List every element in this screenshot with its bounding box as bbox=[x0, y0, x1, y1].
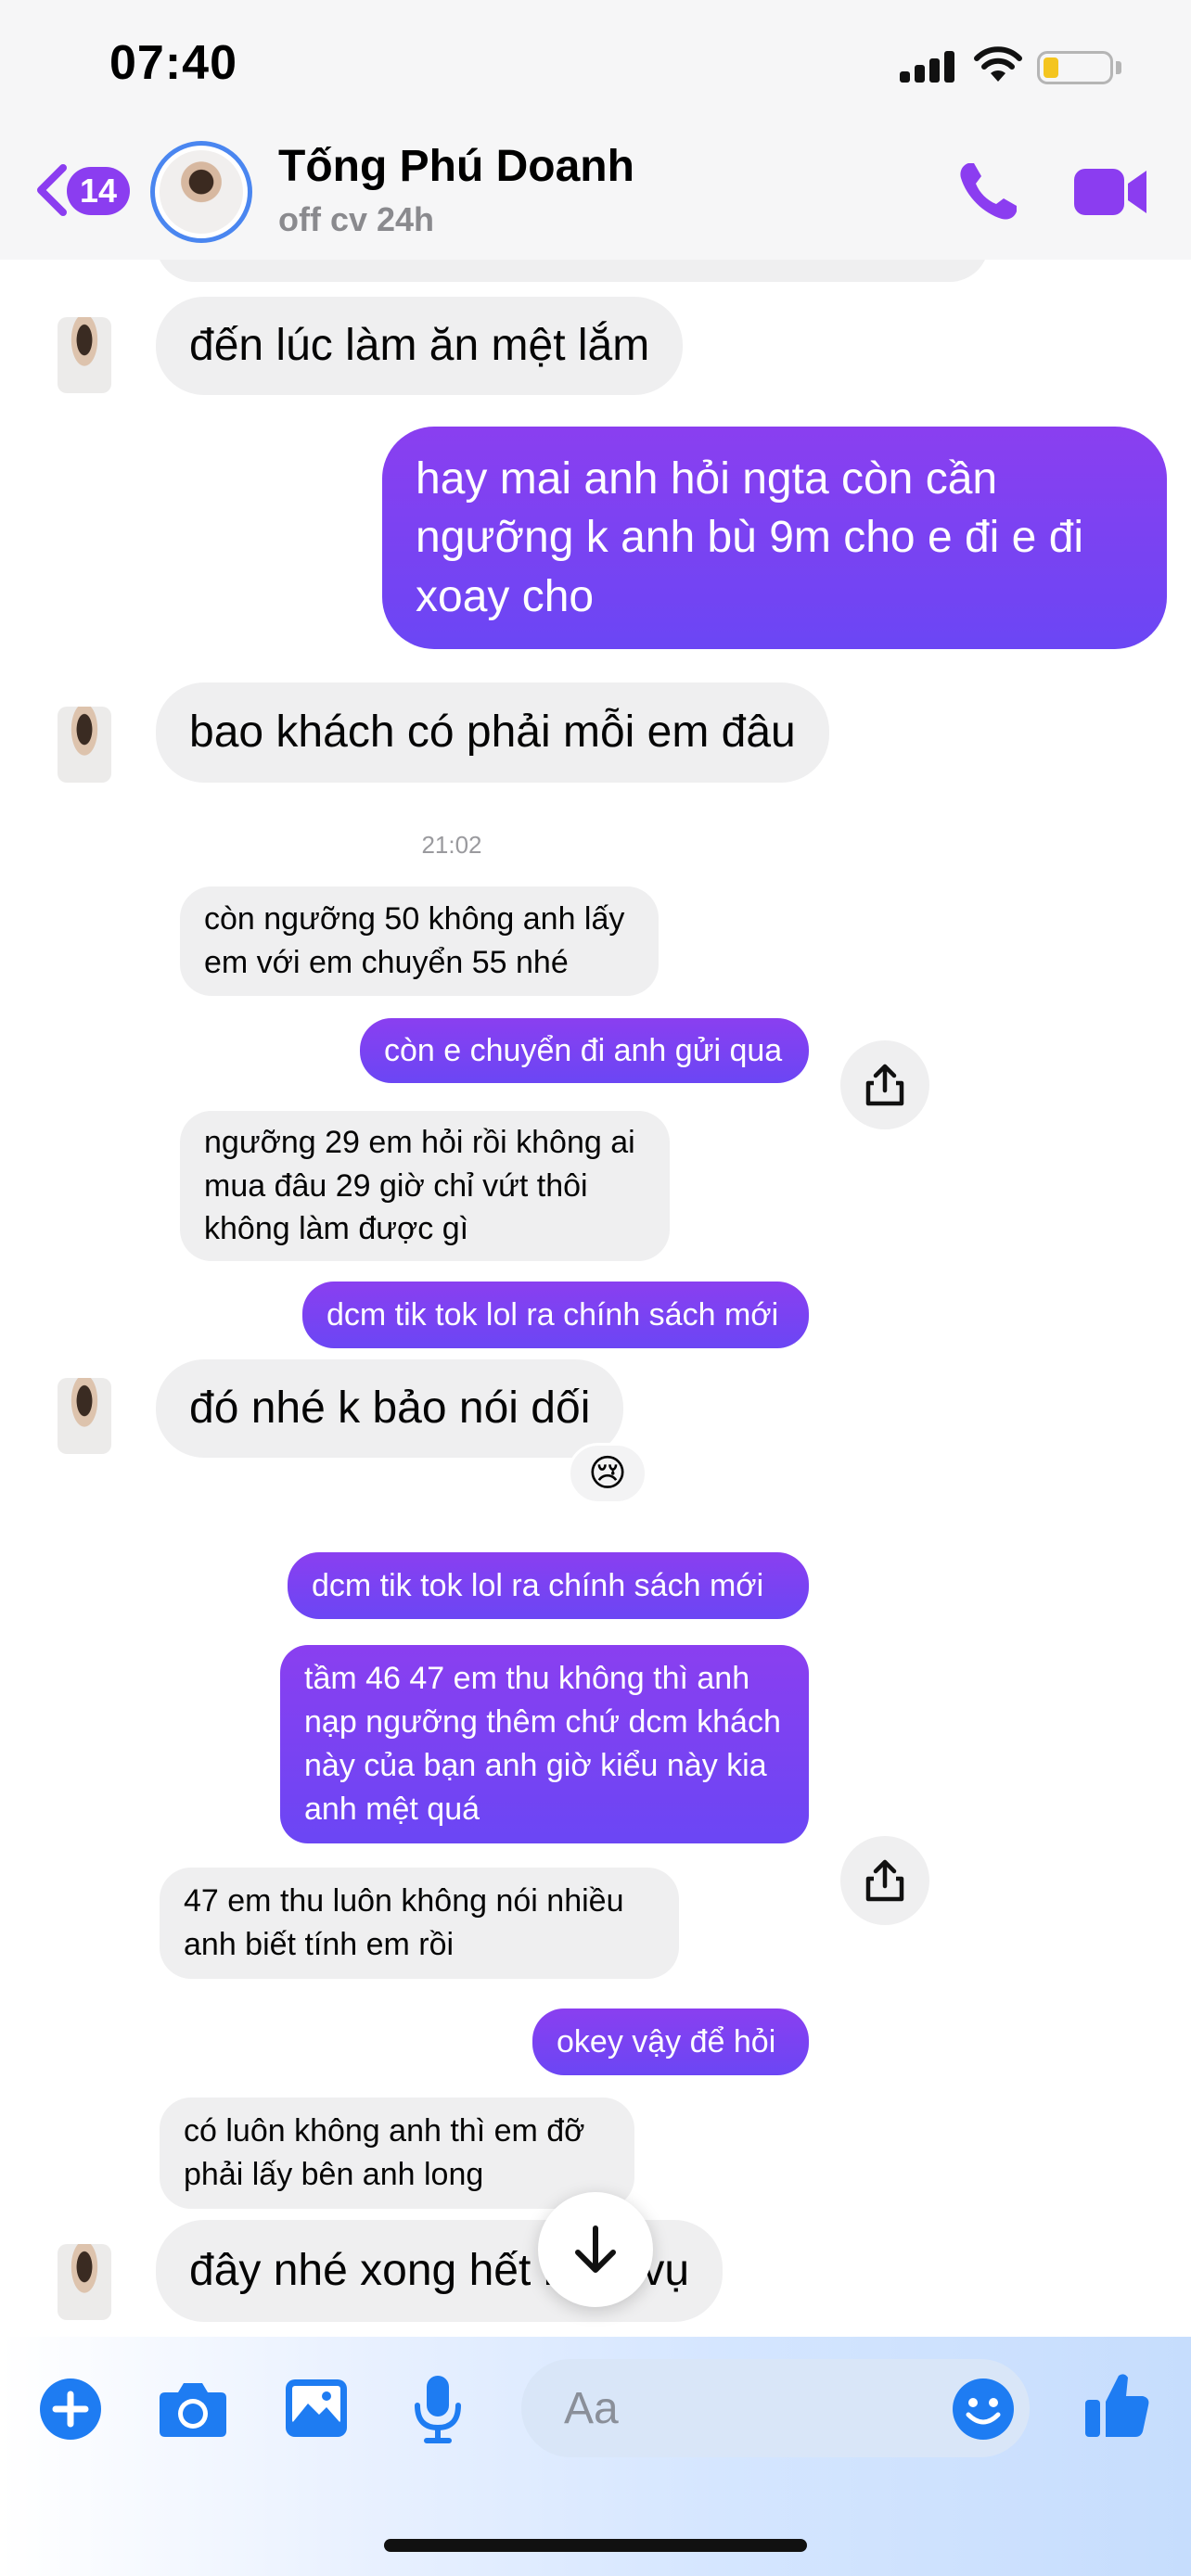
message-bubble-incoming[interactable]: còn ngưỡng 50 không anh lấy em với em ch… bbox=[180, 886, 659, 996]
sender-avatar[interactable] bbox=[58, 1378, 111, 1454]
unread-count-badge[interactable]: 14 bbox=[67, 167, 130, 215]
share-button[interactable] bbox=[840, 1836, 929, 1925]
message-bubble-incoming[interactable]: bao khách có phải mỗi em đâu bbox=[156, 682, 829, 783]
microphone-icon[interactable] bbox=[412, 2374, 464, 2444]
message-timestamp: 21:02 bbox=[421, 831, 482, 859]
message-bubble-outgoing[interactable]: hay mai anh hỏi ngta còn cần ngưỡng k an… bbox=[382, 427, 1167, 649]
sender-avatar[interactable] bbox=[58, 2244, 111, 2320]
message-bubble-incoming[interactable]: em nữa bbox=[156, 260, 989, 282]
message-bubble-outgoing[interactable]: okey vậy để hỏi bbox=[532, 2009, 809, 2075]
message-bubble-incoming[interactable]: ngưỡng 29 em hỏi rồi không ai mua đâu 29… bbox=[180, 1111, 670, 1261]
wifi-icon bbox=[974, 46, 1022, 82]
share-button[interactable] bbox=[840, 1040, 929, 1129]
message-bubble-incoming[interactable]: 47 em thu luôn không nói nhiều anh biết … bbox=[160, 1868, 679, 1979]
message-bubble-incoming[interactable]: đến lúc làm ăn mệt lắm bbox=[156, 297, 684, 395]
gallery-image-icon[interactable] bbox=[284, 2378, 349, 2439]
cellular-signal-icon bbox=[900, 51, 957, 83]
plus-circle-icon[interactable] bbox=[39, 2378, 102, 2441]
scroll-to-bottom-button[interactable] bbox=[538, 2192, 653, 2307]
emoji-smiley-icon[interactable] bbox=[952, 2378, 1015, 2441]
arrow-down-icon bbox=[575, 2225, 616, 2273]
camera-icon[interactable] bbox=[158, 2379, 228, 2439]
contact-avatar[interactable] bbox=[150, 141, 252, 243]
contact-status: off cv 24h bbox=[278, 200, 435, 238]
thumbs-up-icon[interactable] bbox=[1083, 2370, 1152, 2441]
message-bubble-incoming[interactable]: có luôn không anh thì em đỡ phải lấy bên… bbox=[160, 2098, 634, 2209]
message-thread[interactable]: em nữa đến lúc làm ăn mệt lắm hay mai an… bbox=[0, 260, 1191, 2337]
sender-avatar[interactable] bbox=[58, 707, 111, 783]
home-indicator bbox=[384, 2539, 807, 2552]
contact-name[interactable]: Tống Phú Doanh bbox=[278, 141, 634, 192]
battery-tip bbox=[1116, 61, 1121, 74]
message-bubble-incoming[interactable]: đó nhé k bảo nói dối bbox=[156, 1359, 624, 1458]
message-bubble-outgoing[interactable]: tầm 46 47 em thu không thì anh nạp ngưỡn… bbox=[280, 1645, 809, 1843]
message-bubble-outgoing[interactable]: còn e chuyển đi anh gửi qua bbox=[360, 1018, 809, 1083]
video-call-icon[interactable] bbox=[1074, 165, 1148, 219]
status-time: 07:40 bbox=[109, 36, 237, 90]
chat-header: 14 Tống Phú Doanh off cv 24h bbox=[0, 130, 1191, 260]
message-reaction[interactable]: 😢 bbox=[568, 1443, 647, 1504]
status-bar: 07:40 bbox=[0, 0, 1191, 130]
phone-call-icon[interactable] bbox=[955, 158, 1022, 224]
battery-icon bbox=[1037, 51, 1113, 84]
message-bubble-outgoing[interactable]: dcm tik tok lol ra chính sách mới bbox=[288, 1552, 809, 1619]
sender-avatar[interactable] bbox=[58, 317, 111, 393]
message-bubble-outgoing[interactable]: dcm tik tok lol ra chính sách mới bbox=[302, 1282, 809, 1348]
share-icon bbox=[865, 1859, 904, 1902]
share-icon bbox=[865, 1064, 904, 1106]
